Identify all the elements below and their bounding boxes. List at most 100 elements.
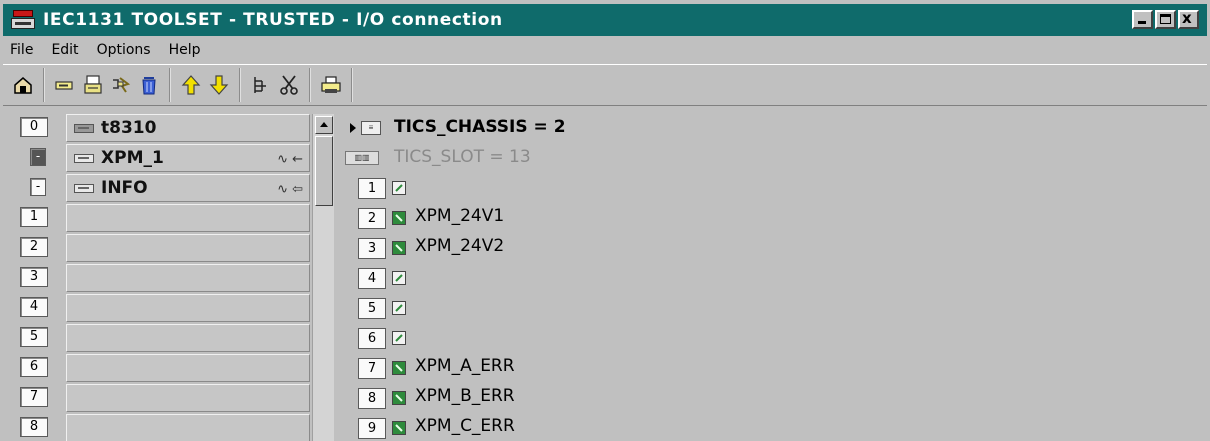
channel-index-button[interactable]: 4 bbox=[358, 268, 386, 289]
slot-index-button[interactable]: 0 bbox=[20, 117, 48, 137]
delete-button[interactable] bbox=[135, 71, 163, 99]
maximize-button[interactable] bbox=[1155, 10, 1176, 29]
channel-row[interactable]: 4 bbox=[342, 263, 1202, 293]
channel-index-button[interactable]: 9 bbox=[358, 418, 386, 439]
slot-info-row[interactable]: ▥▥ TICS_SLOT = 13 bbox=[342, 143, 1202, 173]
slot-cell[interactable] bbox=[66, 384, 310, 412]
channel-index-button[interactable]: 7 bbox=[358, 358, 386, 379]
menu-file[interactable]: File bbox=[10, 42, 33, 58]
connect-button[interactable] bbox=[107, 71, 135, 99]
app-icon[interactable] bbox=[11, 9, 37, 31]
slot-cell[interactable]: INFO ∿ ⇦ bbox=[66, 174, 310, 202]
collapse-button[interactable]: - bbox=[30, 178, 46, 196]
channel-index-button[interactable]: 5 bbox=[358, 298, 386, 319]
slot-info-label: TICS_SLOT = 13 bbox=[394, 147, 531, 167]
slot-cell[interactable] bbox=[66, 264, 310, 292]
print-list-button[interactable] bbox=[79, 71, 107, 99]
new-slot-button[interactable] bbox=[51, 71, 79, 99]
tree-icon bbox=[254, 77, 266, 93]
scroll-thumb[interactable] bbox=[315, 136, 333, 206]
channel-row[interactable]: 6 bbox=[342, 323, 1202, 353]
expand-arrow-icon[interactable] bbox=[350, 123, 356, 133]
menu-edit[interactable]: Edit bbox=[51, 42, 78, 58]
slot-row-xpm1[interactable]: - XPM_1 ∿ ← bbox=[20, 143, 312, 173]
connected-channel-icon bbox=[392, 361, 406, 375]
menu-bar: File Edit Options Help bbox=[3, 38, 1207, 62]
slot-row[interactable]: 5 bbox=[20, 323, 312, 353]
slot-index-button[interactable]: 2 bbox=[20, 237, 48, 257]
slot-row[interactable]: 2 bbox=[20, 233, 312, 263]
slot-index-button[interactable]: 1 bbox=[20, 207, 48, 227]
channel-index-button[interactable]: 6 bbox=[358, 328, 386, 349]
slot-cell[interactable] bbox=[66, 414, 310, 441]
slot-cell[interactable] bbox=[66, 354, 310, 382]
slot-row-root[interactable]: 0 t8310 bbox=[20, 113, 312, 143]
slot-row[interactable]: 7 bbox=[20, 383, 312, 413]
menu-options[interactable]: Options bbox=[97, 42, 151, 58]
channel-row[interactable]: 8 XPM_B_ERR bbox=[342, 383, 1202, 413]
channel-index-button[interactable]: 3 bbox=[358, 238, 386, 259]
print-button[interactable] bbox=[317, 71, 345, 99]
channel-row[interactable]: 5 bbox=[342, 293, 1202, 323]
new-slot-icon bbox=[55, 81, 73, 90]
slot-cell[interactable] bbox=[66, 204, 310, 232]
slot-label: XPM_1 bbox=[101, 148, 164, 168]
chassis-row[interactable]: ≡ TICS_CHASSIS = 2 bbox=[342, 113, 1202, 143]
slot-row-info[interactable]: - INFO ∿ ⇦ bbox=[20, 173, 312, 203]
slot-row[interactable]: 1 bbox=[20, 203, 312, 233]
slot-row[interactable]: 6 bbox=[20, 353, 312, 383]
slot-row[interactable]: 8 bbox=[20, 413, 312, 441]
slot-cell[interactable]: t8310 bbox=[66, 114, 310, 142]
rack-icon bbox=[74, 124, 94, 133]
unconnected-channel-icon bbox=[392, 181, 406, 195]
tree-button[interactable] bbox=[247, 71, 275, 99]
slot-index-button[interactable]: 4 bbox=[20, 297, 48, 317]
slot-index-button[interactable]: 7 bbox=[20, 387, 48, 407]
collapse-button[interactable]: - bbox=[30, 148, 46, 166]
channel-row[interactable]: 1 bbox=[342, 173, 1202, 203]
slot-index-button[interactable]: 6 bbox=[20, 357, 48, 377]
channel-row[interactable]: 3 XPM_24V2 bbox=[342, 233, 1202, 263]
vertical-scrollbar[interactable] bbox=[312, 114, 334, 441]
minimize-button[interactable] bbox=[1132, 10, 1153, 29]
link-indicator: ∿ ⇦ bbox=[277, 182, 303, 197]
slot-row[interactable]: 4 bbox=[20, 293, 312, 323]
channel-index-button[interactable]: 8 bbox=[358, 388, 386, 409]
slot-index-button[interactable]: 8 bbox=[20, 417, 48, 437]
move-up-button[interactable] bbox=[177, 71, 205, 99]
slot-cell[interactable] bbox=[66, 324, 310, 352]
slot-row[interactable]: 3 bbox=[20, 263, 312, 293]
channel-name: XPM_C_ERR bbox=[415, 416, 515, 436]
slot-index-button[interactable]: 3 bbox=[20, 267, 48, 287]
slot-label: t8310 bbox=[101, 118, 157, 138]
trash-icon bbox=[142, 77, 156, 95]
toolbar bbox=[3, 64, 1207, 106]
cut-button[interactable] bbox=[275, 71, 303, 99]
printer-icon bbox=[321, 76, 341, 93]
home-button[interactable] bbox=[9, 71, 37, 99]
title-bar[interactable]: IEC1131 TOOLSET - TRUSTED - I/O connecti… bbox=[3, 4, 1207, 36]
scroll-up-button[interactable] bbox=[315, 116, 333, 134]
slot-icon: ▥▥ bbox=[345, 151, 379, 165]
slot-cell[interactable] bbox=[66, 234, 310, 262]
move-down-button[interactable] bbox=[205, 71, 233, 99]
toolbar-group-tree bbox=[241, 68, 311, 102]
connected-channel-icon bbox=[392, 391, 406, 405]
channel-index-button[interactable]: 1 bbox=[358, 178, 386, 199]
unconnected-channel-icon bbox=[392, 271, 406, 285]
toolbar-group-print bbox=[311, 68, 353, 102]
slot-index-button[interactable]: 5 bbox=[20, 327, 48, 347]
menu-help[interactable]: Help bbox=[169, 42, 201, 58]
arrow-down-icon bbox=[209, 75, 229, 95]
channel-row[interactable]: 2 XPM_24V1 bbox=[342, 203, 1202, 233]
channel-row[interactable]: 9 XPM_C_ERR bbox=[342, 413, 1202, 441]
channel-index-button[interactable]: 2 bbox=[358, 208, 386, 229]
connected-channel-icon bbox=[392, 211, 406, 225]
close-button[interactable]: x bbox=[1178, 9, 1199, 29]
slot-cell[interactable]: XPM_1 ∿ ← bbox=[66, 144, 310, 172]
window-title: IEC1131 TOOLSET - TRUSTED - I/O connecti… bbox=[43, 10, 503, 30]
channel-row[interactable]: 7 XPM_A_ERR bbox=[342, 353, 1202, 383]
chassis-icon: ≡ bbox=[361, 121, 381, 135]
connect-icon bbox=[113, 77, 131, 93]
slot-cell[interactable] bbox=[66, 294, 310, 322]
